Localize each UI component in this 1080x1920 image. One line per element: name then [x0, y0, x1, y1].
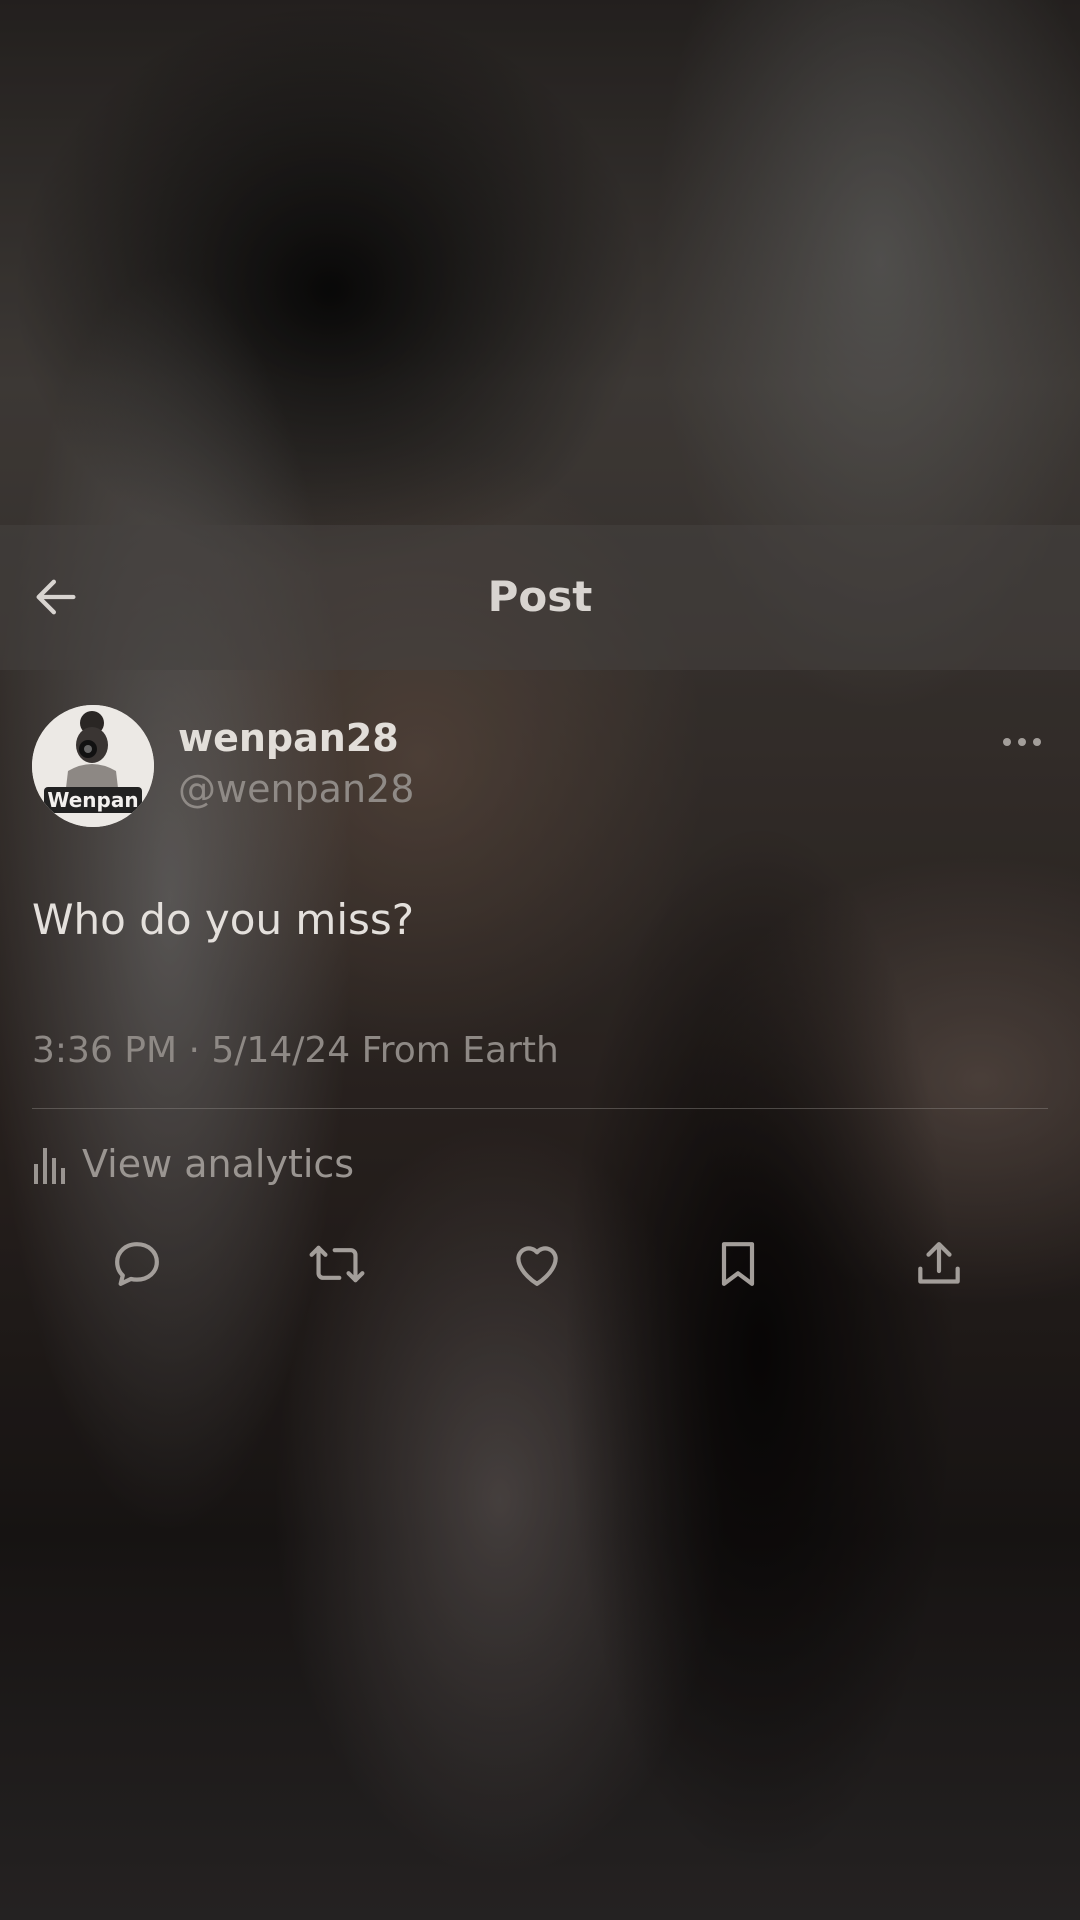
avatar-label: Wenpan — [47, 788, 138, 812]
post-text: Who do you miss? — [32, 895, 415, 944]
share-icon — [918, 1242, 960, 1284]
more-dots-icon — [1003, 738, 1041, 746]
screen: Post Wenpan wenpan28 @wenpan28 Who do yo… — [0, 0, 1080, 1920]
meta-separator: · — [188, 1030, 200, 1071]
author-name[interactable]: wenpan28 — [178, 716, 399, 760]
background-photo — [0, 0, 1080, 1920]
post-location: From Earth — [361, 1030, 559, 1071]
view-analytics-label: View analytics — [82, 1142, 355, 1186]
heart-icon — [516, 1246, 558, 1286]
post-time: 3:36 PM — [32, 1030, 178, 1071]
post-date: 5/14/24 — [211, 1030, 351, 1071]
analytics-bars-icon — [34, 1148, 65, 1184]
like-button[interactable] — [505, 1232, 569, 1296]
action-bar — [0, 1232, 1080, 1296]
page-title: Post — [487, 572, 593, 621]
more-options-button[interactable] — [992, 722, 1052, 762]
view-analytics-link[interactable]: View analytics — [32, 1138, 354, 1190]
reply-button[interactable] — [105, 1232, 169, 1296]
bookmark-button[interactable] — [706, 1232, 770, 1296]
post-meta: 3:36 PM · 5/14/24 From Earth — [32, 1030, 559, 1071]
bookmark-icon — [721, 1242, 755, 1286]
repost-button[interactable] — [305, 1232, 369, 1296]
divider — [32, 1108, 1048, 1109]
avatar[interactable]: Wenpan — [32, 705, 154, 827]
repost-icon — [309, 1245, 365, 1283]
reply-icon — [115, 1242, 159, 1286]
top-bar: Post — [0, 525, 1080, 670]
share-button[interactable] — [907, 1232, 971, 1296]
author-handle[interactable]: @wenpan28 — [178, 767, 414, 811]
avatar-illustration: Wenpan — [32, 705, 154, 827]
